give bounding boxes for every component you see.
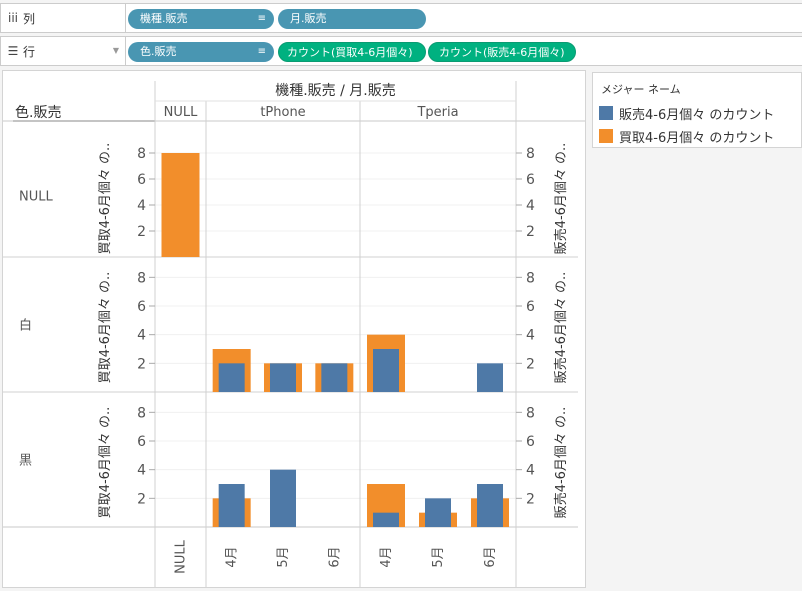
column-header-1: tPhone — [260, 105, 305, 120]
right-tick-label: 4 — [526, 328, 535, 344]
columns-shelf: iii 列 機種.販売 ≡ 月.販売 — [0, 3, 802, 33]
left-axis-label: 買取4-6月個々 の.. — [98, 272, 113, 384]
bar-sell — [425, 498, 451, 527]
x-tick-label: NULL — [174, 539, 189, 573]
right-axis-label: 販売4-6月個々 の.. — [553, 143, 569, 255]
left-tick-label: 4 — [137, 328, 146, 344]
legend: メジャー ネーム 販売4-6月個々 のカウント 買取4-6月個々 のカウント — [592, 72, 802, 148]
chart-svg: 機種.販売 / 月.販売色.販売 NULL tPhone Tperia NULL 買取4-… — [3, 81, 585, 587]
left-axis-label: 買取4-6月個々 の.. — [98, 143, 113, 255]
left-tick-label: 4 — [137, 463, 146, 479]
x-tick-label: 6月 — [327, 546, 342, 567]
pill-month-sales-label: 月.販売 — [290, 12, 327, 25]
left-tick-label: 8 — [137, 270, 146, 286]
left-tick-label: 8 — [137, 146, 146, 162]
right-tick-label: 8 — [526, 270, 535, 286]
right-tick-label: 8 — [526, 146, 535, 162]
chart-title: 機種.販売 / 月.販売 — [275, 83, 396, 99]
bar-sell — [218, 363, 245, 392]
left-tick-label: 6 — [137, 299, 146, 315]
bar-sell — [477, 363, 503, 392]
bar-sell — [373, 349, 399, 392]
legend-label-sell: 販売4-6月個々 のカウント — [619, 107, 775, 123]
x-tick-label: 5月 — [276, 546, 291, 567]
x-tick-label: 6月 — [483, 546, 498, 567]
legend-item-buy[interactable]: 買取4-6月個々 のカウント — [599, 127, 775, 146]
left-tick-label: 8 — [137, 405, 146, 421]
left-tick-label: 2 — [137, 224, 146, 240]
right-axis-label: 販売4-6月個々 の.. — [553, 407, 569, 519]
rows-drop-area[interactable]: 色.販売 ≡ カウント(買取4-6月個々) カウント(販売4-6月個々) — [126, 36, 802, 66]
right-tick-label: 4 — [526, 198, 535, 214]
column-header-2: Tperia — [416, 105, 458, 120]
pill-model-sales[interactable]: 機種.販売 ≡ — [128, 9, 274, 29]
bar-sell — [373, 512, 399, 527]
legend-item-sell[interactable]: 販売4-6月個々 のカウント — [599, 104, 775, 123]
right-tick-label: 8 — [526, 405, 535, 421]
pill-count-sell[interactable]: カウント(販売4-6月個々) — [428, 42, 576, 62]
row-label: 白 — [19, 318, 32, 334]
row-header-title: 色.販売 — [15, 104, 61, 121]
column-icon: iii — [7, 11, 18, 25]
bar-sell — [270, 469, 296, 527]
right-axis-label: 販売4-6月個々 の.. — [553, 272, 569, 384]
sort-icon[interactable]: ≡ — [258, 9, 266, 29]
legend-label-buy: 買取4-6月個々 のカウント — [619, 130, 775, 146]
x-tick-label: 5月 — [431, 546, 446, 567]
pill-count-buy[interactable]: カウント(買取4-6月個々) — [278, 42, 426, 62]
bar-sell — [218, 484, 245, 527]
bar-sell — [321, 363, 348, 392]
right-tick-label: 4 — [526, 463, 535, 479]
left-tick-label: 6 — [137, 434, 146, 450]
bar-sell — [270, 363, 296, 392]
left-tick-label: 6 — [137, 172, 146, 188]
legend-swatch-buy — [599, 129, 613, 143]
bar-buy — [161, 153, 200, 257]
rows-label: 行 — [23, 44, 36, 59]
columns-label: 列 — [23, 11, 36, 26]
pill-color-sales-label: 色.販売 — [140, 45, 177, 58]
row-icon: ☰ — [7, 44, 19, 58]
left-tick-label: 2 — [137, 491, 146, 507]
right-tick-label: 2 — [526, 491, 535, 507]
left-tick-label: 4 — [137, 198, 146, 214]
bar-sell — [477, 484, 503, 527]
left-axis-label: 買取4-6月個々 の.. — [98, 407, 113, 519]
right-tick-label: 2 — [526, 224, 535, 240]
right-tick-label: 2 — [526, 356, 535, 372]
rows-shelf-label: ☰ 行 ▼ — [0, 36, 126, 66]
x-tick-label: 4月 — [225, 546, 240, 567]
chevron-down-icon[interactable]: ▼ — [113, 46, 119, 55]
pill-count-buy-label: カウント(買取4-6月個々) — [287, 46, 413, 59]
right-tick-label: 6 — [526, 172, 535, 188]
row-label: 黒 — [19, 454, 32, 469]
pill-count-sell-label: カウント(販売4-6月個々) — [439, 46, 565, 59]
rows-shelf: ☰ 行 ▼ 色.販売 ≡ カウント(買取4-6月個々) カウント(販売4-6月個… — [0, 36, 802, 66]
right-tick-label: 6 — [526, 299, 535, 315]
sort-icon[interactable]: ≡ — [258, 42, 266, 62]
legend-swatch-sell — [599, 106, 613, 120]
columns-drop-area[interactable]: 機種.販売 ≡ 月.販売 — [126, 3, 802, 33]
pill-color-sales[interactable]: 色.販売 ≡ — [128, 42, 274, 62]
legend-title: メジャー ネーム — [601, 83, 681, 96]
column-header-0: NULL — [164, 105, 198, 120]
left-tick-label: 2 — [137, 356, 146, 372]
x-tick-label: 4月 — [379, 546, 394, 567]
chart-view: 機種.販売 / 月.販売色.販売 NULL tPhone Tperia NULL 買取4-… — [2, 70, 586, 588]
row-label: NULL — [19, 190, 53, 205]
right-tick-label: 6 — [526, 434, 535, 450]
columns-shelf-label: iii 列 — [0, 3, 126, 33]
pill-model-sales-label: 機種.販売 — [140, 12, 188, 25]
pill-month-sales[interactable]: 月.販売 — [278, 9, 426, 29]
